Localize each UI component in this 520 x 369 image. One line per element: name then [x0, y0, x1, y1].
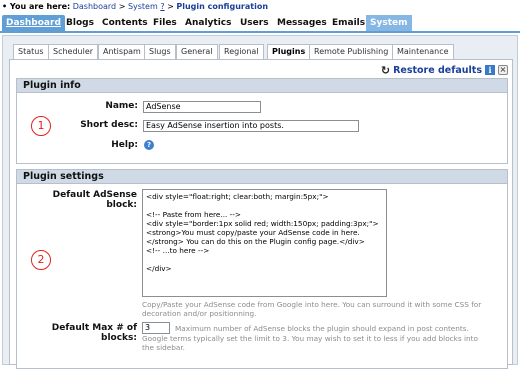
system-panel: Status Scheduler Antispam Slugs General …	[2, 35, 518, 369]
tab-antispam[interactable]: Antispam	[98, 44, 146, 59]
name-field[interactable]: AdSense	[143, 101, 261, 113]
tab-maintenance[interactable]: Maintenance	[392, 44, 454, 59]
marker-2: 2	[31, 250, 51, 270]
breadcrumb: • You are here: Dashboard > System ? > P…	[2, 2, 269, 11]
close-icon[interactable]: ×	[498, 65, 508, 75]
nav-blogs[interactable]: Blogs	[62, 15, 98, 31]
tab-scheduler[interactable]: Scheduler	[48, 44, 99, 59]
nav-contents[interactable]: Contents	[98, 15, 152, 31]
plugin-info-title: Plugin info	[17, 79, 507, 93]
tab-status[interactable]: Status	[13, 44, 49, 59]
plugin-info-section: Plugin info 1 Name: AdSense Short desc: …	[16, 78, 508, 164]
restore-toolbar: ↻ Restore defaults i ×	[381, 64, 508, 77]
tab-slugs[interactable]: Slugs	[144, 44, 176, 59]
breadcrumb-prefix: You are here:	[9, 2, 71, 11]
breadcrumb-current: Plugin configuration	[176, 2, 269, 11]
max-blocks-inline-note: Maximum number of AdSense blocks the plu…	[175, 324, 469, 333]
marker-1: 1	[31, 116, 51, 136]
main-nav: Dashboard Blogs Contents Files Analytics…	[0, 15, 520, 31]
nav-emails[interactable]: Emails	[328, 15, 369, 31]
nav-users[interactable]: Users	[236, 15, 273, 31]
max-blocks-input[interactable]: 3	[142, 322, 170, 334]
breadcrumb-help-link[interactable]: ?	[160, 2, 164, 11]
nav-dashboard[interactable]: Dashboard	[2, 15, 65, 31]
nav-messages[interactable]: Messages	[273, 15, 331, 31]
nav-underline	[0, 31, 520, 33]
breadcrumb-system-link[interactable]: System	[128, 2, 158, 11]
adsense-note: Copy/Paste your AdSense code from Google…	[142, 300, 482, 318]
tab-plugins[interactable]: Plugins	[267, 44, 311, 59]
tab-remote-publishing[interactable]: Remote Publishing	[309, 44, 394, 59]
max-blocks-note: Google terms typically set the limit to …	[142, 334, 478, 352]
info-icon[interactable]: i	[485, 65, 495, 75]
help-icon[interactable]: ?	[144, 140, 154, 150]
breadcrumb-dashboard-link[interactable]: Dashboard	[73, 2, 116, 11]
name-label: Name:	[105, 101, 138, 111]
plugin-settings-title: Plugin settings	[17, 170, 507, 184]
short-desc-field[interactable]: Easy AdSense insertion into posts.	[143, 120, 359, 132]
nav-analytics[interactable]: Analytics	[181, 15, 235, 31]
plugin-config-content: ↻ Restore defaults i × Plugin info 1 Nam…	[9, 59, 513, 369]
tab-regional[interactable]: Regional	[219, 44, 264, 59]
tab-general[interactable]: General	[176, 44, 218, 59]
short-desc-label: Short desc:	[80, 120, 138, 130]
plugin-settings-section: Plugin settings 2 Default AdSense block:…	[16, 169, 508, 369]
refresh-icon[interactable]: ↻	[381, 64, 390, 77]
help-label: Help:	[111, 140, 138, 150]
nav-files[interactable]: Files	[149, 15, 181, 31]
restore-defaults-link[interactable]: Restore defaults	[393, 65, 482, 76]
adsense-code-textarea[interactable]: <div style="float:right; clear:both; mar…	[142, 189, 387, 297]
nav-system[interactable]: System	[366, 15, 412, 31]
default-adsense-label: Default AdSense block:	[52, 190, 137, 210]
default-max-blocks-label: Default Max # of blocks:	[51, 323, 137, 343]
